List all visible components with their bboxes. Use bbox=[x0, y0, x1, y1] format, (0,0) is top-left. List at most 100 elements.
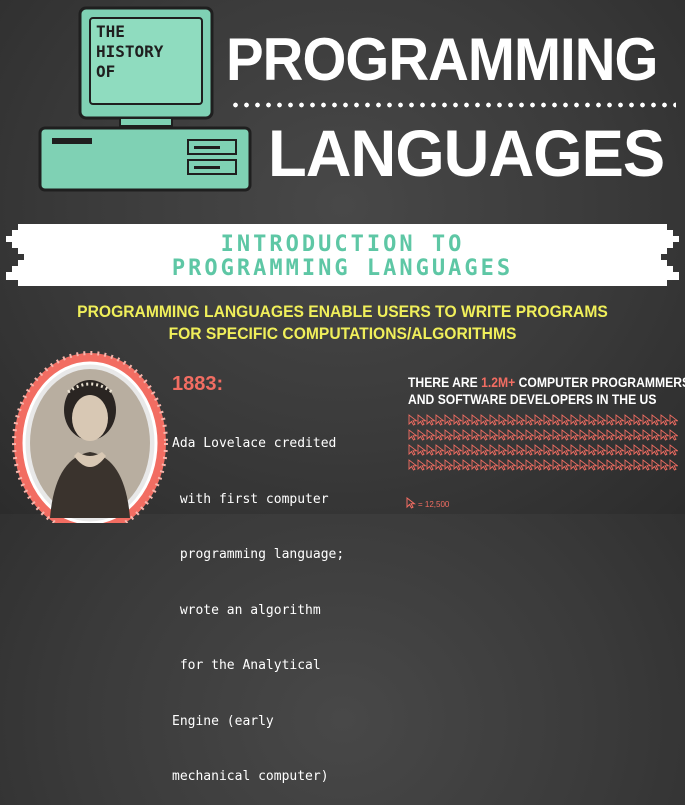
cursor-arrow-icon bbox=[642, 429, 652, 441]
cursor-arrow-icon bbox=[561, 429, 571, 441]
cursor-arrow-icon bbox=[417, 429, 427, 441]
cursor-arrow-icon bbox=[570, 459, 580, 471]
cursor-arrow-icon bbox=[435, 414, 445, 426]
cursor-arrow-icon bbox=[408, 414, 418, 426]
cursor-arrow-icon bbox=[669, 429, 678, 441]
cursor-arrow-icon bbox=[552, 429, 562, 441]
cursor-arrow-icon bbox=[588, 429, 598, 441]
timeline-description: Ada Lovelace credited with first compute… bbox=[172, 398, 344, 805]
cursor-arrow-icon bbox=[462, 444, 472, 456]
cursor-arrow-icon bbox=[651, 459, 661, 471]
cursor-arrow-icon bbox=[579, 414, 589, 426]
cursor-arrow-icon bbox=[480, 444, 490, 456]
cursor-arrow-icon bbox=[624, 429, 634, 441]
cursor-arrow-icon bbox=[660, 429, 670, 441]
banner-line1: INTRODUCTION TO bbox=[220, 232, 465, 257]
cursor-arrow-icon bbox=[516, 444, 526, 456]
cursor-arrow-icon bbox=[516, 414, 526, 426]
cursor-arrow-icon bbox=[588, 444, 598, 456]
cursor-arrow-icon bbox=[471, 414, 481, 426]
cursor-arrow-icon bbox=[480, 414, 490, 426]
cursor-arrow-icon bbox=[642, 444, 652, 456]
cursor-arrow-icon bbox=[624, 414, 634, 426]
cursor-arrow-icon bbox=[498, 444, 508, 456]
cursor-arrow-icon bbox=[435, 444, 445, 456]
cursor-arrow-icon bbox=[462, 414, 472, 426]
cursor-arrow-icon bbox=[534, 414, 544, 426]
description-line: mechanical computer) bbox=[172, 769, 329, 784]
cursor-arrow-icon bbox=[525, 414, 535, 426]
cursor-arrow-icon bbox=[633, 459, 643, 471]
cursor-arrow-icon bbox=[534, 459, 544, 471]
cursor-arrow-icon bbox=[426, 444, 436, 456]
cursor-arrow-icon bbox=[624, 444, 634, 456]
page-title-line1: PROGRAMMING bbox=[226, 26, 658, 93]
computer-illustration bbox=[38, 6, 252, 192]
cursor-arrow-icon bbox=[642, 414, 652, 426]
cursor-arrow-icon bbox=[489, 414, 499, 426]
stat-line2: AND SOFTWARE DEVELOPERS IN THE US bbox=[408, 392, 657, 407]
cursor-arrow-icon bbox=[597, 459, 607, 471]
cursor-arrow-icon bbox=[453, 444, 463, 456]
cursor-arrow-icon bbox=[408, 444, 418, 456]
cursor-arrow-icon bbox=[633, 444, 643, 456]
cursor-arrow-icon bbox=[453, 459, 463, 471]
cursor-arrow-icon bbox=[417, 444, 427, 456]
cursor-arrow-icon bbox=[462, 429, 472, 441]
cursor-arrow-icon bbox=[525, 444, 535, 456]
cursor-arrow-icon bbox=[606, 414, 616, 426]
cursor-arrow-icon bbox=[498, 429, 508, 441]
cursor-arrow-icon bbox=[435, 459, 445, 471]
cursor-arrow-icon bbox=[426, 414, 436, 426]
cursor-arrow-icon bbox=[669, 414, 678, 426]
cursor-arrow-icon bbox=[633, 429, 643, 441]
cursor-arrow-icon bbox=[507, 444, 517, 456]
cursor-arrow-icon bbox=[669, 444, 678, 456]
intro-text: PROGRAMMING LANGUAGES ENABLE USERS TO WR… bbox=[77, 302, 608, 343]
cursor-arrow-icon bbox=[570, 414, 580, 426]
cursor-arrow-icon bbox=[651, 414, 661, 426]
cursor-arrow-icon bbox=[462, 459, 472, 471]
cursor-arrow-icon bbox=[516, 429, 526, 441]
cursor-arrow-icon bbox=[489, 429, 499, 441]
cursor-arrow-icon bbox=[633, 414, 643, 426]
cursor-arrow-icon bbox=[606, 444, 616, 456]
cursor-arrow-icon bbox=[426, 429, 436, 441]
cursor-arrow-icon bbox=[669, 459, 678, 471]
cursor-arrow-icon bbox=[597, 414, 607, 426]
cursor-arrow-icon bbox=[498, 459, 508, 471]
stat-suffix: COMPUTER PROGRAMMERS bbox=[515, 375, 685, 390]
cursor-arrow-icon bbox=[453, 414, 463, 426]
icon-legend: = 12,500 bbox=[418, 500, 450, 509]
cursor-arrow-icon bbox=[615, 429, 625, 441]
cursor-arrow-icon bbox=[471, 444, 481, 456]
timeline-year: 1883: bbox=[172, 373, 224, 395]
cursor-arrow-icon bbox=[444, 414, 454, 426]
cursor-arrow-icon bbox=[489, 444, 499, 456]
cursor-arrow-icon bbox=[651, 444, 661, 456]
cursor-arrow-icon bbox=[453, 429, 463, 441]
stat-prefix: THERE ARE bbox=[408, 375, 482, 390]
description-line: programming language; bbox=[172, 547, 345, 562]
cursor-arrow-icon bbox=[525, 429, 535, 441]
cursor-arrow-icon bbox=[534, 444, 544, 456]
programmer-stat: THERE ARE 1.2M+ COMPUTER PROGRAMMERS AND… bbox=[408, 374, 685, 408]
cursor-arrow-icon bbox=[651, 429, 661, 441]
cursor-arrow-icon bbox=[534, 429, 544, 441]
cursor-arrow-icon bbox=[507, 414, 517, 426]
description-line: with first computer bbox=[172, 491, 329, 507]
cursor-arrow-icon bbox=[561, 459, 571, 471]
cursor-arrow-icon bbox=[444, 444, 454, 456]
cursor-arrow-icon bbox=[570, 429, 580, 441]
cursor-arrow-icon bbox=[588, 459, 598, 471]
cursor-arrow-icon bbox=[471, 459, 481, 471]
cursor-arrow-icon bbox=[543, 459, 553, 471]
cursor-arrow-icon bbox=[588, 414, 598, 426]
description-line: for the Analytical bbox=[172, 658, 321, 673]
description-line: wrote an algorithm bbox=[172, 602, 321, 618]
cursor-arrow-icon bbox=[417, 459, 427, 471]
cursor-arrow-icon bbox=[615, 459, 625, 471]
cursor-arrow-icon bbox=[615, 414, 625, 426]
cursor-arrow-icon bbox=[579, 444, 589, 456]
cursor-arrow-icon bbox=[606, 459, 616, 471]
